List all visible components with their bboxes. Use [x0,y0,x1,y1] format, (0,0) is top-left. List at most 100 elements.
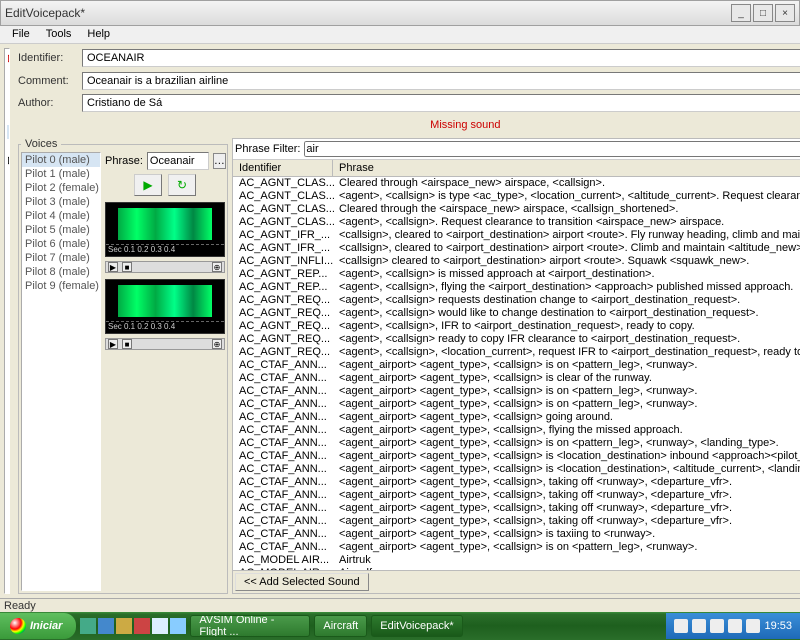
phrase-filter-input[interactable] [304,141,800,157]
add-selected-sound-button[interactable]: << Add Selected Sound [235,573,369,591]
start-button[interactable]: Iniciar [0,613,76,639]
tree-aircrafts[interactable]: ⊞ Aircrafts [7,66,10,81]
quick-launch-icon[interactable] [116,618,132,634]
pilot-item[interactable]: Pilot 5 (male) [22,223,100,237]
stop-small-icon-2[interactable]: ■ [122,339,132,349]
tree-callsign-oceanair[interactable]: OCEANAIR [7,125,10,139]
clock[interactable]: 19:53 [764,620,792,632]
comment-input[interactable] [82,72,800,90]
stop-small-icon[interactable]: ■ [122,262,132,272]
table-row[interactable]: AC_CTAF_ANN...<agent_airport> <agent_typ… [233,359,800,372]
table-row[interactable]: AC_AGNT_INFLI...<callsign> cleared to <a… [233,255,800,268]
table-row[interactable]: AC_AGNT_REQ...<agent>, <callsign>, IFR t… [233,320,800,333]
pilot-item[interactable]: Pilot 8 (male) [22,265,100,279]
tray-icon[interactable] [728,619,742,633]
table-row[interactable]: AC_AGNT_CLAS...<agent>, <callsign>. Requ… [233,216,800,229]
identifier-label: Identifier: [18,52,78,64]
table-row[interactable]: AC_AGNT_REQ...<agent>, <callsign> would … [233,307,800,320]
minimize-button[interactable]: _ [731,4,751,22]
tray-icon[interactable] [746,619,760,633]
table-row[interactable]: AC_AGNT_CLAS...Cleared through the <airs… [233,203,800,216]
maximize-button[interactable]: □ [753,4,773,22]
task-editvoicepack[interactable]: EditVoicepack* [371,615,462,637]
pilot-item[interactable]: Pilot 6 (male) [22,237,100,251]
phrase-filter-label: Phrase Filter: [235,143,300,155]
table-row[interactable]: AC_CTAF_ANN...<agent_airport> <agent_typ… [233,372,800,385]
grid-header[interactable]: Identifier Phrase [233,160,800,177]
tree-callsign-cristiano[interactable]: CRISTIANO [7,111,10,125]
col-phrase[interactable]: Phrase [333,160,800,176]
table-row[interactable]: AC_CTAF_ANN...<agent_airport> <agent_typ… [233,541,800,554]
table-row[interactable]: AC_AGNT_IFR_...<callsign>, cleared to <a… [233,242,800,255]
table-row[interactable]: AC_CTAF_ANN...<agent_airport> <agent_typ… [233,515,800,528]
pilot-item[interactable]: Pilot 3 (male) [22,195,100,209]
waveform-1-controls[interactable]: ▶■⊕ [105,261,225,273]
table-row[interactable]: AC_CTAF_ANN...<agent_airport> <agent_typ… [233,398,800,411]
table-row[interactable]: AC_MODEL AIR...Airtruk [233,554,800,567]
quick-launch-icon[interactable] [170,618,186,634]
task-aircraft[interactable]: Aircraft [314,615,367,637]
table-row[interactable]: AC_CTAF_ANN...<agent_airport> <agent_typ… [233,476,800,489]
phrase-input[interactable] [147,152,209,170]
waveform-1[interactable]: Sec 0.1 0.2 0.3 0.4 [105,202,225,257]
voices-legend: Voices [21,138,61,150]
table-row[interactable]: AC_MODEL AIR...Airwolf [233,567,800,570]
task-avsim[interactable]: AVSIM Online - Flight ... [190,615,310,637]
pilot-item[interactable]: Pilot 0 (male) [22,153,100,167]
pilot-item[interactable]: Pilot 7 (male) [22,251,100,265]
table-row[interactable]: AC_CTAF_ANN...<agent_airport> <agent_typ… [233,385,800,398]
window-title: EditVoicepack* [5,6,729,20]
table-row[interactable]: AC_AGNT_IFR_...<callsign>, cleared to <a… [233,229,800,242]
grid-body[interactable]: AC_AGNT_CLAS...Cleared through <airspace… [233,177,800,570]
table-row[interactable]: AC_AGNT_REP...<agent>, <callsign>, flyin… [233,281,800,294]
pilot-item[interactable]: Pilot 4 (male) [22,209,100,223]
tray-icon[interactable] [692,619,706,633]
tree-callsigns[interactable]: ⊟ Callsigns [7,96,10,111]
system-tray[interactable]: 19:53 [666,613,800,639]
table-row[interactable]: AC_AGNT_REP...<agent>, <callsign> is mis… [233,268,800,281]
table-row[interactable]: AC_CTAF_ANN...<agent_airport> <agent_typ… [233,489,800,502]
comment-label: Comment: [18,75,78,87]
table-row[interactable]: AC_AGNT_REQ...<agent>, <callsign> ready … [233,333,800,346]
loop-button[interactable]: ↻ [168,174,196,196]
table-row[interactable]: AC_CTAF_ANN...<agent_airport> <agent_typ… [233,424,800,437]
quick-launch-icon[interactable] [80,618,96,634]
phrase-label: Phrase: [105,155,143,167]
table-row[interactable]: AC_AGNT_REQ...<agent>, <callsign>, <loca… [233,346,800,359]
tray-icon[interactable] [674,619,688,633]
play-small-icon[interactable]: ▶ [108,262,118,272]
pilot-item[interactable]: Pilot 9 (female) [22,279,100,293]
table-row[interactable]: AC_AGNT_REQ...<agent>, <callsign> reques… [233,294,800,307]
table-row[interactable]: AC_CTAF_ANN...<agent_airport> <agent_typ… [233,437,800,450]
pilot-item[interactable]: Pilot 1 (male) [22,167,100,181]
pilot-item[interactable]: Pilot 2 (female) [22,181,100,195]
waveform-2-controls[interactable]: ▶■⊕ [105,338,225,350]
table-row[interactable]: AC_CTAF_ANN...<agent_airport> <agent_typ… [233,450,800,463]
table-row[interactable]: AC_CTAF_ANN...<agent_airport> <agent_typ… [233,528,800,541]
col-identifier[interactable]: Identifier [233,160,333,176]
pilot-list[interactable]: Pilot 0 (male)Pilot 1 (male)Pilot 2 (fem… [21,152,101,591]
quick-launch-icon[interactable] [152,618,168,634]
tree-airports[interactable]: ⊞ Airports [7,81,10,96]
menu-tools[interactable]: Tools [38,26,80,43]
table-row[interactable]: AC_AGNT_CLAS...<agent>, <callsign> is ty… [233,190,800,203]
close-button[interactable]: × [775,4,795,22]
table-row[interactable]: AC_AGNT_CLAS...Cleared through <airspace… [233,177,800,190]
table-row[interactable]: AC_CTAF_ANN...<agent_airport> <agent_typ… [233,411,800,424]
table-row[interactable]: AC_CTAF_ANN...<agent_airport> <agent_typ… [233,463,800,476]
status-bar: Ready [0,598,800,612]
waveform-2[interactable]: Sec 0.1 0.2 0.3 0.4 [105,279,225,334]
author-input[interactable] [82,94,800,112]
play-button[interactable]: ▶ [134,174,162,196]
play-small-icon-2[interactable]: ▶ [108,339,118,349]
phrase-browse-icon[interactable]: … [213,153,226,169]
menu-file[interactable]: File [4,26,38,43]
tree-panel[interactable]: ⊟ Custom Modifications ⊞ Aircrafts ⊞ Air… [4,48,10,594]
tray-icon[interactable] [710,619,724,633]
menu-help[interactable]: Help [79,26,118,43]
table-row[interactable]: AC_CTAF_ANN...<agent_airport> <agent_typ… [233,502,800,515]
quick-launch-icon[interactable] [134,618,150,634]
identifier-input[interactable] [82,49,800,67]
tree-callsign-passaredo[interactable]: PASSAREDO [7,139,10,153]
quick-launch-icon[interactable] [98,618,114,634]
